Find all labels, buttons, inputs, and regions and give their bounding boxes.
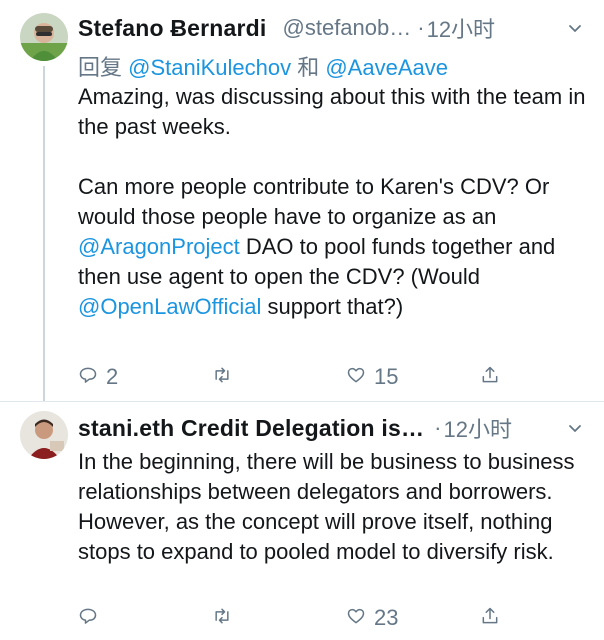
share-button[interactable] bbox=[480, 362, 500, 392]
like-count: 23 bbox=[374, 605, 399, 630]
replying-prefix: 回复 bbox=[78, 55, 129, 80]
reply-button[interactable] bbox=[78, 603, 106, 633]
tweet-actions: 2 15 bbox=[78, 362, 508, 392]
share-button[interactable] bbox=[480, 603, 500, 633]
heart-icon bbox=[346, 365, 366, 390]
like-button[interactable]: 15 bbox=[346, 362, 398, 392]
tweet-header: Stefano Ƀernardi @stefanob… · 12小时 bbox=[78, 11, 495, 45]
retweet-icon bbox=[212, 365, 232, 390]
tweet-actions: 23 bbox=[78, 603, 508, 633]
author-name[interactable]: stani.eth Credit Delegation is… bbox=[78, 415, 424, 442]
replying-joiner: 和 bbox=[291, 55, 326, 80]
author-handle[interactable]: @stefanob… bbox=[283, 15, 412, 41]
avatar[interactable] bbox=[20, 411, 68, 459]
reply-icon bbox=[78, 365, 98, 390]
tweet-text: Amazing, was discussing about this with … bbox=[78, 82, 588, 322]
chevron-down-icon[interactable] bbox=[566, 419, 584, 437]
like-count: 15 bbox=[374, 364, 399, 389]
like-button[interactable]: 23 bbox=[346, 603, 398, 633]
share-icon bbox=[480, 365, 500, 390]
separator-dot: · bbox=[417, 15, 425, 40]
tweet[interactable]: stani.eth Credit Delegation is… · 12小时 I… bbox=[0, 403, 604, 640]
tweet-text-segment: Amazing, was discussing about this with … bbox=[78, 84, 586, 229]
timestamp[interactable]: 12小时 bbox=[443, 412, 511, 444]
mention-link[interactable]: @OpenLawOfficial bbox=[78, 294, 261, 319]
replying-to: 回复 @StaniKulechov 和 @AaveAave bbox=[78, 50, 448, 82]
thread-connector bbox=[43, 66, 45, 402]
chevron-down-icon[interactable] bbox=[566, 19, 584, 37]
reply-icon bbox=[78, 606, 98, 631]
tweet-text: In the beginning, there will be business… bbox=[78, 449, 581, 564]
retweet-icon bbox=[212, 606, 232, 631]
reply-button[interactable]: 2 bbox=[78, 362, 118, 392]
heart-icon bbox=[346, 606, 366, 631]
tweet-text-segment: support that?) bbox=[261, 294, 404, 319]
retweet-button[interactable] bbox=[212, 603, 240, 633]
tweet-divider bbox=[0, 401, 604, 402]
avatar[interactable] bbox=[20, 13, 68, 61]
share-icon bbox=[480, 606, 500, 631]
tweet[interactable]: Stefano Ƀernardi @stefanob… · 12小时 回复 @S… bbox=[0, 0, 604, 402]
reply-count: 2 bbox=[106, 364, 119, 389]
author-name[interactable]: Stefano Ƀernardi bbox=[78, 15, 267, 42]
timestamp[interactable]: 12小时 bbox=[427, 12, 495, 44]
separator-dot: · bbox=[434, 415, 442, 440]
mention-link[interactable]: @AragonProject bbox=[78, 234, 240, 259]
tweet-header: stani.eth Credit Delegation is… · 12小时 bbox=[78, 411, 512, 445]
retweet-button[interactable] bbox=[212, 362, 240, 392]
mention-link[interactable]: @StaniKulechov bbox=[128, 55, 291, 80]
mention-link[interactable]: @AaveAave bbox=[325, 55, 448, 80]
